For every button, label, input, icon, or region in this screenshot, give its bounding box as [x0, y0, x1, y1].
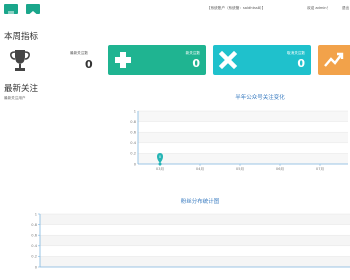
- fans-chart: 1 0.8 0.6 0.4 0.2 0: [31, 212, 350, 269]
- grid-band: [40, 224, 350, 236]
- menu-icon: [8, 11, 14, 17]
- home-icon: [29, 11, 37, 17]
- welcome-text: 欢迎 admin！: [307, 6, 331, 10]
- latest-follow-count-value: 0: [85, 58, 93, 71]
- unfollow-card: 取消关注数 0: [213, 45, 311, 75]
- y-tick-label: 0.4: [130, 141, 136, 145]
- y-tick-label: 0: [134, 162, 137, 166]
- grid-band: [138, 132, 348, 143]
- grid-band: [40, 245, 350, 257]
- unfollow-label: 取消关注数: [287, 51, 305, 55]
- trend-icon: [318, 45, 348, 75]
- new-follow-label: 新关注数: [185, 51, 200, 55]
- grid-band: [138, 121, 348, 133]
- cross-icon: [213, 45, 243, 75]
- unfollow-value: 0: [297, 57, 305, 70]
- weekly-section-title: 本周指标: [4, 32, 39, 42]
- y-tick-label: 0.4: [31, 244, 37, 248]
- y-tick-label: 0.2: [31, 255, 37, 259]
- y-tick-label: 0.2: [130, 152, 136, 156]
- y-tick-label: 0.6: [31, 234, 37, 238]
- y-tick-label: 0.8: [130, 120, 136, 124]
- logout-link[interactable]: 退出: [342, 6, 349, 11]
- trend-card: [318, 45, 350, 75]
- x-tick-label: 05月: [236, 166, 244, 171]
- latest-follow-subtitle: 最新关注用户: [4, 96, 26, 100]
- grid-band: [138, 111, 348, 122]
- grid-band: [40, 235, 350, 246]
- y-tick-label: 0: [35, 265, 38, 269]
- grid-band: [40, 256, 350, 267]
- new-follow-value: 0: [192, 57, 200, 70]
- x-tick-label: 04月: [196, 166, 204, 171]
- grid-band: [138, 142, 348, 154]
- x-tick-label: 03月: [156, 166, 164, 171]
- trophy-icon: [9, 48, 31, 78]
- y-tick-label: 1: [35, 212, 37, 216]
- line-chart: 10.80.60.40.2003月 04月 05月 06月 07月0: [130, 109, 348, 171]
- latest-follow-section-title: 最新关注: [4, 84, 39, 94]
- grid-band: [40, 214, 350, 225]
- menu-toggle-button[interactable]: [4, 4, 18, 17]
- plus-icon: [108, 45, 138, 75]
- x-tick-label: 07月: [316, 166, 324, 171]
- y-tick-label: 0.8: [31, 223, 37, 227]
- home-button[interactable]: [26, 4, 40, 17]
- new-follow-card: 新关注数 0: [108, 45, 206, 75]
- line-chart-title: 半年公众号关注变化: [235, 95, 285, 101]
- account-info: 【系统账户（系统管：saldhtss8）】: [207, 6, 266, 10]
- grid-band: [138, 153, 348, 164]
- x-tick-label: 06月: [276, 166, 284, 171]
- y-tick-label: 1: [134, 109, 136, 113]
- latest-follow-count-label: 最新关注数: [70, 51, 88, 55]
- y-tick-label: 0.6: [130, 131, 136, 135]
- fans-chart-title: 粉丝分布统计图: [180, 199, 220, 205]
